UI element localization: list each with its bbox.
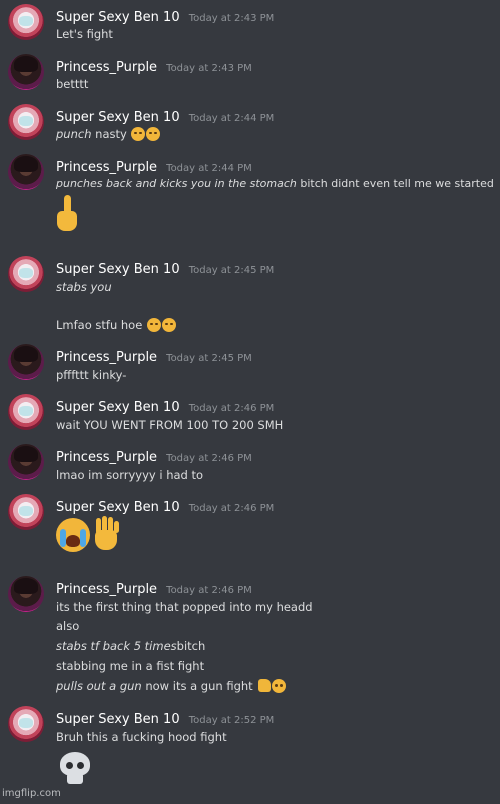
- timestamp: Today at 2:45 PM: [166, 353, 252, 364]
- timestamp: Today at 2:46 PM: [166, 585, 252, 596]
- skull-icon: [58, 752, 92, 786]
- action-text: stabs tf back 5 times: [56, 639, 177, 653]
- action-text: punches back and kicks you in the stomac…: [56, 177, 297, 190]
- message-header: Super Sexy Ben 10 Today at 2:52 PM: [56, 708, 274, 727]
- unamused-face-icon: [146, 127, 161, 141]
- action-text: stabs you: [56, 280, 112, 294]
- timestamp: Today at 2:52 PM: [188, 715, 275, 726]
- unamused-face-icon: [131, 127, 146, 141]
- message-header: Super Sexy Ben 10 Today at 2:44 PM: [56, 106, 274, 125]
- message-header: Super Sexy Ben 10 Today at 2:46 PM: [56, 396, 274, 415]
- relieved-face-icon: [272, 679, 287, 693]
- message-text: pfffttt kinky-: [56, 368, 127, 382]
- username[interactable]: Princess_Purple: [56, 60, 157, 75]
- username[interactable]: Princess_Purple: [56, 582, 157, 597]
- avatar[interactable]: [8, 104, 44, 140]
- username[interactable]: Princess_Purple: [56, 160, 157, 175]
- message-header: Princess_Purple Today at 2:43 PM: [56, 56, 252, 75]
- username[interactable]: Super Sexy Ben 10: [56, 400, 180, 415]
- timestamp: Today at 2:46 PM: [166, 453, 252, 464]
- message-header: Princess_Purple Today at 2:44 PM: [56, 156, 252, 175]
- username[interactable]: Super Sexy Ben 10: [56, 110, 180, 125]
- message-header: Super Sexy Ben 10 Today at 2:43 PM: [56, 6, 274, 25]
- message-header: Princess_Purple Today at 2:46 PM: [56, 578, 252, 597]
- avatar[interactable]: [8, 394, 44, 430]
- message-text: pulls out a gun now its a gun fight: [56, 679, 287, 693]
- message-header: Super Sexy Ben 10 Today at 2:45 PM: [56, 258, 274, 277]
- message-text: punches back and kicks you in the stomac…: [56, 177, 494, 190]
- plain-text: now its a gun fight: [141, 679, 253, 693]
- message-header: Princess_Purple Today at 2:46 PM: [56, 446, 252, 465]
- message-text: Bruh this a fucking hood fight: [56, 730, 227, 744]
- timestamp: Today at 2:44 PM: [166, 163, 252, 174]
- avatar[interactable]: [8, 54, 44, 90]
- avatar[interactable]: [8, 576, 44, 612]
- timestamp: Today at 2:44 PM: [188, 113, 275, 124]
- avatar[interactable]: [8, 344, 44, 380]
- action-text: punch: [56, 127, 92, 141]
- plain-text: Lmfao stfu hoe: [56, 318, 143, 332]
- username[interactable]: Super Sexy Ben 10: [56, 10, 180, 25]
- message-text: also: [56, 619, 80, 633]
- avatar[interactable]: [8, 4, 44, 40]
- avatar[interactable]: [8, 256, 44, 292]
- avatar[interactable]: [8, 444, 44, 480]
- username[interactable]: Super Sexy Ben 10: [56, 262, 180, 277]
- message-text: lmao im sorryyyy i had to: [56, 468, 204, 482]
- avatar[interactable]: [8, 706, 44, 742]
- username[interactable]: Princess_Purple: [56, 450, 157, 465]
- eye-roll-face-icon: [161, 318, 176, 332]
- eye-roll-face-icon: [146, 318, 161, 332]
- message-text: punch nasty: [56, 127, 161, 141]
- timestamp: Today at 2:43 PM: [188, 13, 275, 24]
- timestamp: Today at 2:46 PM: [188, 403, 275, 414]
- timestamp: Today at 2:43 PM: [166, 63, 252, 74]
- thumbs-up-icon: [258, 679, 272, 692]
- username[interactable]: Princess_Purple: [56, 350, 157, 365]
- message-text: its the first thing that popped into my …: [56, 600, 313, 614]
- avatar[interactable]: [8, 494, 44, 530]
- plain-text: bitch: [176, 639, 206, 653]
- watermark: imgflip.com: [2, 788, 61, 799]
- timestamp: Today at 2:45 PM: [188, 265, 275, 276]
- username[interactable]: Super Sexy Ben 10: [56, 712, 180, 727]
- raised-hand-icon: [92, 516, 122, 552]
- plain-text: bitch didnt even tell me we started: [296, 177, 494, 190]
- username[interactable]: Super Sexy Ben 10: [56, 500, 180, 515]
- plain-text: nasty: [91, 127, 127, 141]
- message-text: Lmfao stfu hoe: [56, 318, 176, 332]
- loudly-crying-face-icon: [56, 518, 90, 552]
- chat-log: Super Sexy Ben 10 Today at 2:43 PM Let's…: [0, 0, 500, 804]
- message-text: stabs tf back 5 timesbitch: [56, 639, 205, 653]
- message-header: Super Sexy Ben 10 Today at 2:46 PM: [56, 496, 274, 515]
- timestamp: Today at 2:46 PM: [188, 503, 275, 514]
- middle-finger-icon: [56, 195, 78, 231]
- message-header: Princess_Purple Today at 2:45 PM: [56, 346, 252, 365]
- message-text: stabbing me in a fist fight: [56, 659, 205, 673]
- message-text: Let's fight: [56, 27, 113, 41]
- message-text: betttt: [56, 77, 89, 91]
- message-text: wait YOU WENT FROM 100 TO 200 SMH: [56, 418, 284, 432]
- action-text: pulls out a gun: [56, 679, 142, 693]
- avatar[interactable]: [8, 154, 44, 190]
